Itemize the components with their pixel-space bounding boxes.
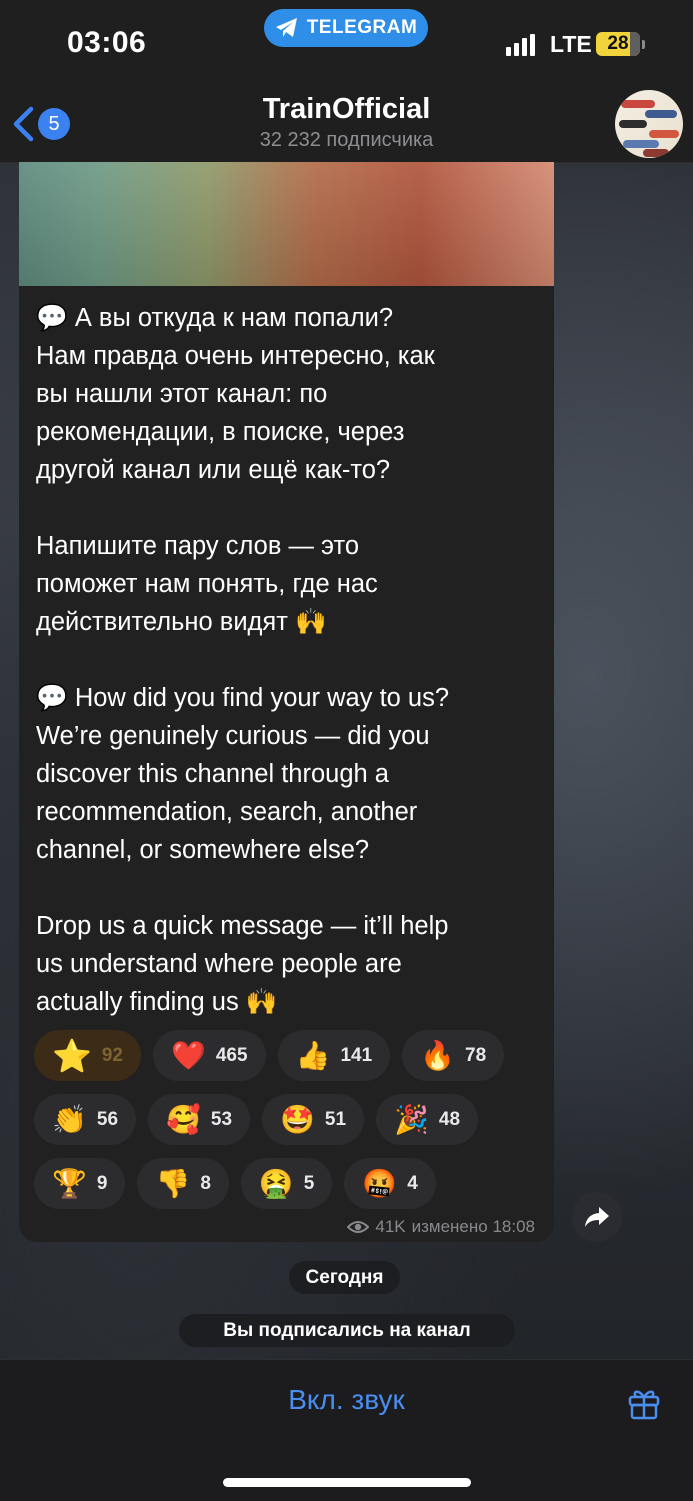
reaction-emoji-icon: 🎉 <box>394 1103 429 1135</box>
reaction-button[interactable]: 🏆 9 <box>34 1158 126 1209</box>
message-meta: 41K изменено 18:08 <box>347 1217 535 1237</box>
reaction-emoji-icon: 👎 <box>155 1167 191 1199</box>
reaction-emoji-icon: 🤬 <box>362 1167 398 1199</box>
date-separator: Сегодня <box>289 1261 400 1294</box>
reaction-button[interactable]: 🤮 5 <box>240 1158 333 1209</box>
reaction-count: 5 <box>303 1172 315 1194</box>
reaction-emoji-icon: 🤮 <box>258 1167 294 1199</box>
share-arrow-icon <box>585 1207 609 1227</box>
reaction-button[interactable]: ⭐ 92 <box>34 1030 141 1081</box>
reaction-button[interactable]: 👏 56 <box>34 1094 137 1145</box>
telegram-plane-icon <box>275 18 297 37</box>
gift-icon[interactable] <box>627 1386 661 1420</box>
reaction-emoji-icon: 🔥 <box>420 1039 456 1071</box>
subscriber-count: 32 232 подписчика <box>259 129 434 151</box>
reactions-row: 👏 56 🥰 53 🤩 51 🎉 48 <box>34 1094 534 1145</box>
telegram-pill[interactable]: TELEGRAM <box>264 9 428 47</box>
reaction-emoji-icon: 👍 <box>295 1039 331 1071</box>
reaction-button[interactable]: ❤️ 465 <box>152 1030 266 1081</box>
reaction-emoji-icon: 🤩 <box>280 1103 315 1135</box>
battery-tip <box>642 40 645 49</box>
unmute-button[interactable]: Вкл. звук <box>0 1384 693 1416</box>
reaction-button[interactable]: 🤬 4 <box>344 1158 436 1209</box>
message-text: 💬 А вы откуда к нам попали? Нам правда о… <box>36 304 450 1016</box>
clock: 03:06 <box>67 26 147 59</box>
chat-header: 5 TrainOfficial 32 232 подписчика <box>0 90 693 163</box>
reaction-emoji-icon: ❤️ <box>170 1039 206 1071</box>
reaction-count: 48 <box>438 1108 461 1130</box>
reactions-row: ⭐ 92 ❤️ 465 👍 141 🔥 78 <box>34 1030 534 1081</box>
reaction-count: 8 <box>200 1172 211 1194</box>
signal-icon <box>506 32 535 56</box>
reactions-row: 🏆 9 👎 8 🤮 5 🤬 4 <box>34 1158 534 1209</box>
reaction-button[interactable]: 🤩 51 <box>262 1094 365 1145</box>
reaction-count: 51 <box>324 1108 347 1130</box>
message-media-preview[interactable] <box>19 162 554 286</box>
view-count: 41K <box>375 1217 406 1236</box>
reaction-count: 9 <box>96 1172 108 1194</box>
telegram-pill-label: TELEGRAM <box>306 17 418 38</box>
reaction-count: 141 <box>340 1044 373 1066</box>
eye-icon <box>347 1221 370 1233</box>
subscribed-notice: Вы подписались на канал <box>179 1314 515 1347</box>
reaction-count: 53 <box>210 1108 233 1130</box>
channel-avatar[interactable] <box>615 90 683 158</box>
network-label: LTE <box>550 31 592 57</box>
reaction-button[interactable]: 🥰 53 <box>148 1094 251 1145</box>
reaction-emoji-icon: 👏 <box>52 1103 87 1135</box>
reaction-count: 4 <box>407 1172 418 1194</box>
battery-level: 28 <box>607 33 629 54</box>
reactions-panel: ⭐ 92 ❤️ 465 👍 141 🔥 78 👏 56 🥰 53 🤩 51 🎉 48 🏆 9 👎 8 🤮 5 🤬 4 <box>34 1030 534 1222</box>
reaction-count: 78 <box>465 1044 487 1066</box>
share-button[interactable] <box>572 1192 622 1242</box>
home-indicator <box>223 1478 471 1487</box>
battery-icon: 28 <box>596 32 640 56</box>
reaction-button[interactable]: 🔥 78 <box>402 1030 505 1081</box>
channel-title[interactable]: TrainOfficial <box>0 93 693 126</box>
status-bar: 03:06 TELEGRAM LTE 28 <box>0 0 693 90</box>
reaction-count: 92 <box>101 1044 123 1066</box>
reaction-count: 56 <box>96 1108 119 1130</box>
reaction-emoji-icon: ⭐ <box>52 1037 92 1074</box>
reaction-button[interactable]: 👍 141 <box>277 1030 391 1081</box>
message-bubble[interactable]: 💬 А вы откуда к нам попали? Нам правда о… <box>19 162 554 1242</box>
edited-time: изменено 18:08 <box>411 1217 535 1236</box>
reaction-button[interactable]: 👎 8 <box>137 1158 229 1209</box>
reaction-button[interactable]: 🎉 48 <box>376 1094 479 1145</box>
reaction-emoji-icon: 🥰 <box>166 1103 201 1135</box>
reaction-count: 465 <box>215 1044 248 1066</box>
reaction-emoji-icon: 🏆 <box>52 1167 87 1199</box>
